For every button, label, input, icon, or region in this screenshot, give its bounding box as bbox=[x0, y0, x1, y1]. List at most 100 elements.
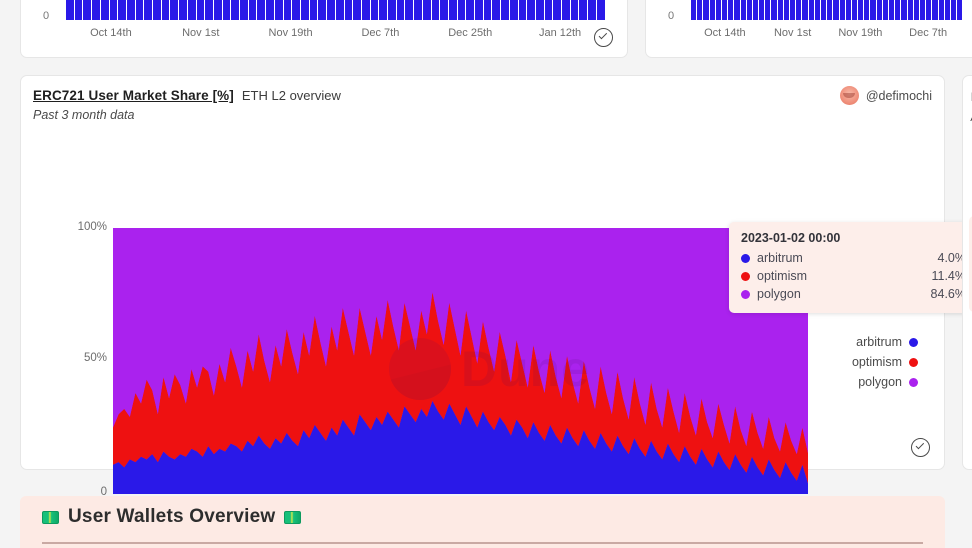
mini-x-axis-tick: Dec 25th bbox=[448, 27, 493, 39]
banner-divider bbox=[42, 542, 923, 544]
chart-card-top-left[interactable]: 0 Oct 14th Nov 1st Nov 19th Dec 7th Dec 25th… bbox=[20, 0, 628, 58]
area-chart-svg bbox=[113, 228, 808, 494]
legend-color-dot bbox=[909, 357, 918, 367]
author-attribution[interactable]: @defimochi bbox=[839, 86, 932, 105]
mini-bar bbox=[535, 0, 544, 20]
mini-bar bbox=[820, 0, 827, 20]
mini-bar bbox=[839, 0, 845, 20]
mini-bar-chart-left: 0 Oct 14th Nov 1st Nov 19th Dec 7th Dec 25th… bbox=[21, 0, 627, 57]
mini-bar bbox=[771, 0, 777, 20]
mini-bar bbox=[240, 0, 248, 20]
mini-bar bbox=[179, 0, 187, 20]
tooltip-series-value: 11.4% bbox=[931, 269, 966, 283]
mini-x-axis-tick: Nov 19th bbox=[838, 27, 883, 39]
mini-bar bbox=[74, 0, 83, 20]
chart-legend[interactable]: arbitrum optimism polygon bbox=[852, 332, 918, 392]
mini-bar bbox=[734, 0, 740, 20]
mini-y-zero-label: 0 bbox=[43, 10, 50, 22]
mini-bar bbox=[222, 0, 231, 20]
query-title-link[interactable]: ERC721 User Market Share [%] bbox=[33, 88, 234, 103]
mini-bar bbox=[814, 0, 820, 20]
mini-bar bbox=[746, 0, 752, 20]
mini-bar bbox=[388, 0, 396, 20]
mini-x-axis-tick: Nov 19th bbox=[268, 27, 313, 39]
tooltip-series-name: optimism bbox=[757, 269, 808, 283]
card-header: ERC721 User Market Share [%] ETH L2 over… bbox=[33, 88, 932, 122]
mini-bar bbox=[135, 0, 144, 20]
mini-bar bbox=[327, 0, 335, 20]
tooltip-rows: arbitrum 4.0% optimism 11.4% polygon 84.6% bbox=[741, 249, 966, 303]
mini-bar bbox=[889, 0, 895, 20]
mini-bar bbox=[759, 0, 765, 20]
mini-bar bbox=[518, 0, 527, 20]
chart-card-top-right[interactable]: 0 Oct 14th Nov 1st Nov 19th Dec 7th bbox=[645, 0, 972, 58]
legend-item[interactable]: polygon bbox=[852, 372, 918, 392]
check-circle-icon[interactable] bbox=[911, 438, 930, 457]
y-axis-label-100: 100% bbox=[77, 221, 107, 233]
mini-bar bbox=[466, 0, 475, 20]
mini-x-axis-tick: Oct 14th bbox=[90, 27, 132, 39]
mini-bar bbox=[353, 0, 361, 20]
mini-bar bbox=[870, 0, 876, 20]
chart-card-right-clipped[interactable]: R / bbox=[962, 75, 972, 470]
mini-bar bbox=[728, 0, 734, 20]
mini-bar bbox=[300, 0, 309, 20]
mini-bar bbox=[901, 0, 907, 20]
mini-bar bbox=[414, 0, 422, 20]
mini-x-axis-tick: Dec 7th bbox=[909, 27, 948, 39]
mini-bar bbox=[882, 0, 888, 20]
author-handle[interactable]: @defimochi bbox=[866, 89, 932, 103]
mini-bar bbox=[588, 0, 596, 20]
mini-bar bbox=[709, 0, 715, 20]
mini-bar bbox=[579, 0, 588, 20]
mini-bar bbox=[431, 0, 440, 20]
mini-bar bbox=[422, 0, 431, 20]
legend-item[interactable]: arbitrum bbox=[852, 332, 918, 352]
mini-bar bbox=[483, 0, 492, 20]
mini-bar bbox=[851, 0, 858, 20]
tooltip-series-name: polygon bbox=[757, 287, 801, 301]
tooltip-row: arbitrum 4.0% bbox=[741, 249, 966, 267]
mini-bar bbox=[790, 0, 796, 20]
mini-bar bbox=[919, 0, 926, 20]
mini-x-axis-tick: Dec 7th bbox=[361, 27, 400, 39]
mini-bar bbox=[957, 0, 962, 20]
mini-bar bbox=[66, 0, 74, 20]
section-banner-user-wallets: User Wallets Overview bbox=[20, 496, 945, 548]
mini-bar bbox=[944, 0, 950, 20]
mini-bars bbox=[691, 0, 962, 20]
mini-bar-chart-right: 0 Oct 14th Nov 1st Nov 19th Dec 7th bbox=[646, 0, 972, 57]
stacked-area-plot[interactable] bbox=[113, 228, 808, 494]
mini-bar bbox=[783, 0, 789, 20]
mini-bar bbox=[926, 0, 932, 20]
tooltip-date: 2023-01-02 00:00 bbox=[741, 231, 841, 245]
mini-y-zero-label: 0 bbox=[668, 10, 675, 22]
mini-bar bbox=[715, 0, 721, 20]
tooltip-color-dot bbox=[741, 289, 750, 299]
mini-bar bbox=[752, 0, 759, 20]
y-axis-label-50: 50% bbox=[83, 352, 107, 364]
mini-x-axis-tick: Nov 1st bbox=[182, 27, 220, 39]
mini-bar bbox=[83, 0, 92, 20]
mini-bar bbox=[721, 0, 728, 20]
mini-bar bbox=[932, 0, 938, 20]
market-share-chart-card[interactable]: ERC721 User Market Share [%] ETH L2 over… bbox=[20, 75, 972, 512]
legend-item[interactable]: optimism bbox=[852, 352, 918, 372]
mini-bar bbox=[457, 0, 466, 20]
mini-bar bbox=[527, 0, 535, 20]
tooltip-color-dot bbox=[741, 253, 750, 263]
legend-label: arbitrum bbox=[856, 335, 902, 349]
mini-bar bbox=[274, 0, 283, 20]
mini-bar bbox=[153, 0, 161, 20]
banner-title: User Wallets Overview bbox=[68, 506, 276, 527]
mini-bar bbox=[475, 0, 483, 20]
mini-bar bbox=[100, 0, 109, 20]
mini-bar bbox=[335, 0, 344, 20]
mini-bar bbox=[344, 0, 353, 20]
check-circle-icon[interactable] bbox=[594, 28, 613, 47]
mini-bar bbox=[257, 0, 266, 20]
mini-bar bbox=[266, 0, 274, 20]
mini-bar bbox=[796, 0, 802, 20]
mini-bar bbox=[205, 0, 213, 20]
query-subtitle: ETH L2 overview bbox=[241, 88, 341, 103]
